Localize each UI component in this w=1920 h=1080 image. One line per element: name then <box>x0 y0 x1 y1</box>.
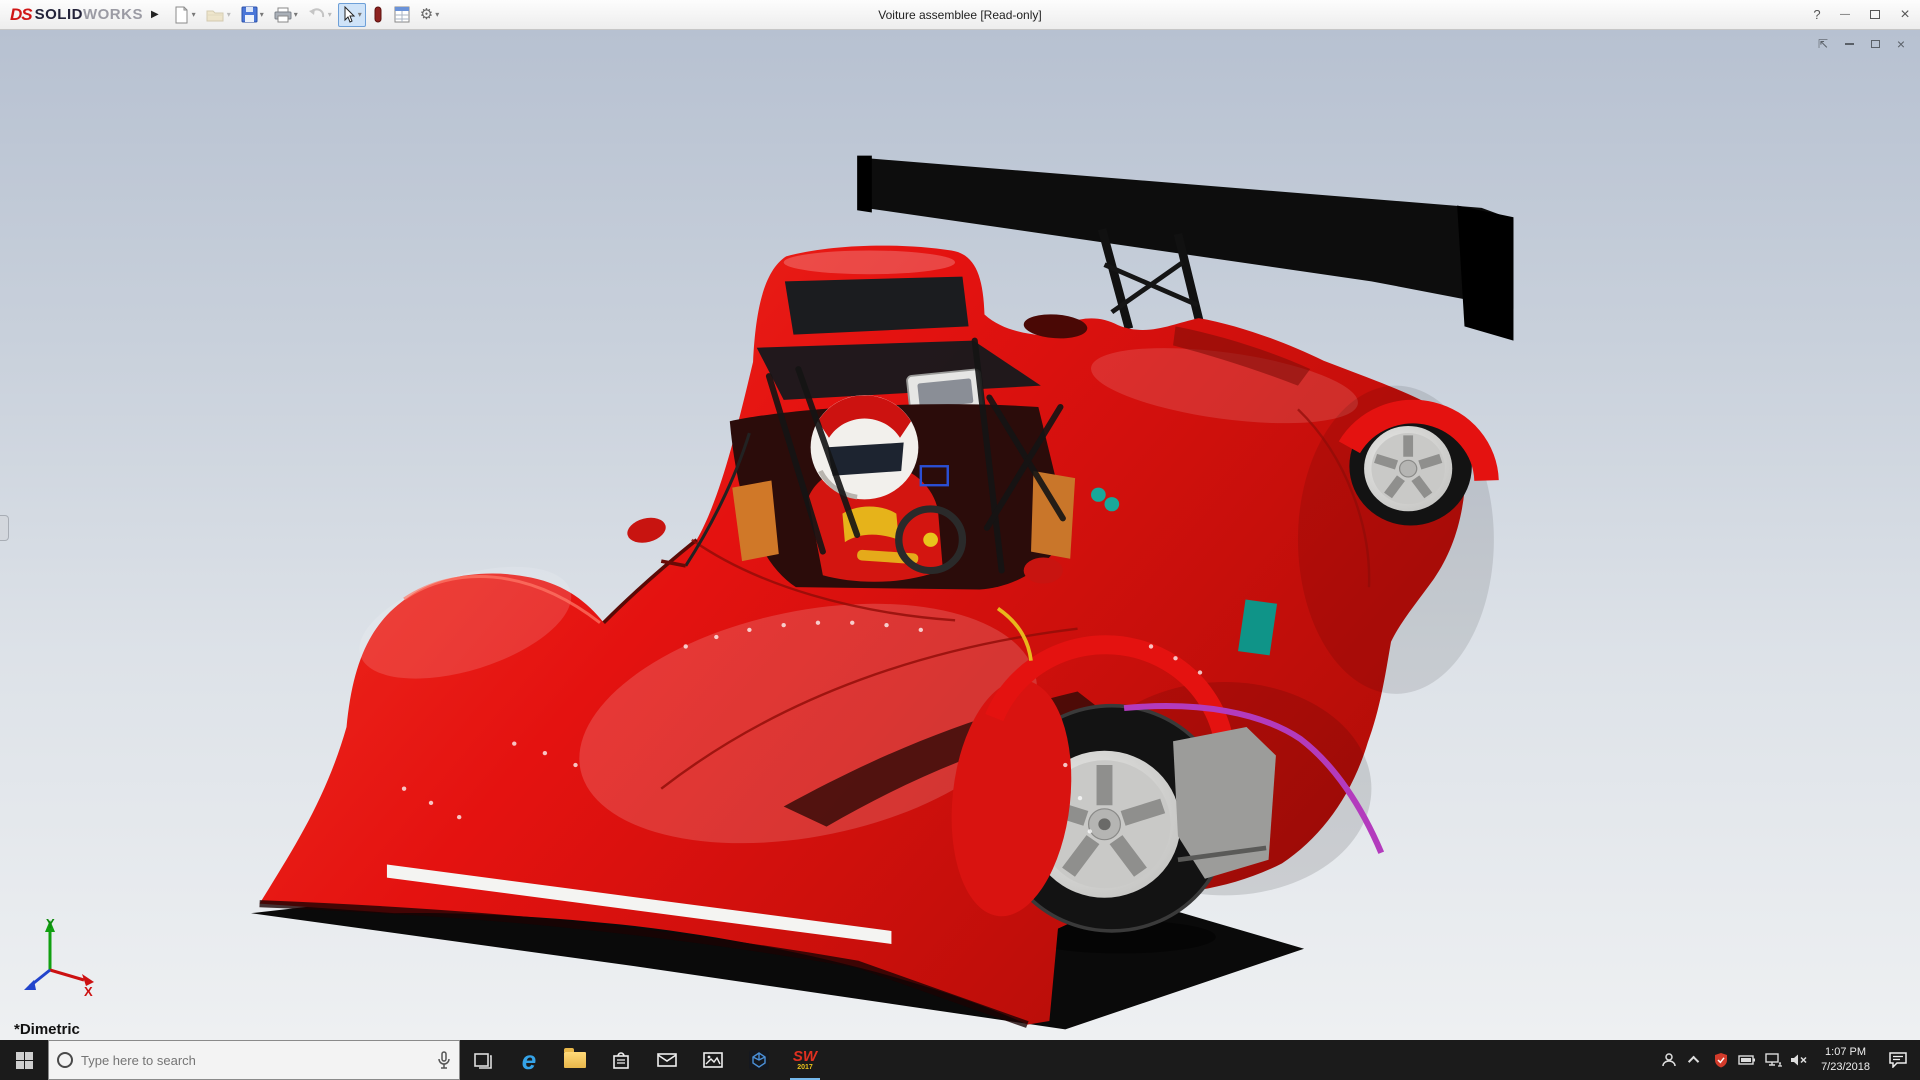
save-caret-icon[interactable]: ▾ <box>260 10 264 19</box>
volume-tray-button[interactable] <box>1787 1040 1811 1080</box>
mail-button[interactable] <box>644 1040 690 1080</box>
options-caret-icon[interactable]: ▾ <box>435 10 439 19</box>
edge-button[interactable]: e <box>506 1040 552 1080</box>
cube-app-button[interactable] <box>736 1040 782 1080</box>
system-tray: 1:07 PM 7/23/2018 <box>1657 1040 1920 1080</box>
solidworks-app-button[interactable]: SW 2017 <box>782 1040 828 1080</box>
taskbar-clock[interactable]: 1:07 PM 7/23/2018 <box>1813 1045 1878 1075</box>
store-bag-icon <box>612 1050 630 1070</box>
clock-time: 1:07 PM <box>1821 1045 1870 1060</box>
orientation-triad: Y X <box>16 914 102 1000</box>
cube-app-icon <box>748 1049 770 1071</box>
open-caret-icon[interactable]: ▾ <box>227 10 231 19</box>
doc-restore-arrow-icon: ⇱ <box>1818 37 1828 51</box>
options-button[interactable]: ⚙ ▾ <box>416 3 443 27</box>
task-view-icon <box>473 1050 493 1070</box>
brand-works: WORKS <box>83 6 143 23</box>
start-button[interactable] <box>0 1040 48 1080</box>
doc-maximize-button[interactable] <box>1866 36 1884 52</box>
new-caret-icon[interactable]: ▾ <box>192 10 196 19</box>
maximize-button[interactable] <box>1860 0 1890 29</box>
table-sheet-icon <box>394 6 410 23</box>
print-caret-icon[interactable]: ▾ <box>294 10 298 19</box>
battery-tray-button[interactable] <box>1735 1040 1759 1080</box>
file-explorer-icon <box>564 1052 586 1068</box>
taskbar-apps: e SW 2017 <box>460 1040 828 1080</box>
select-cursor-icon <box>342 6 356 23</box>
axis-x-label: X <box>84 984 93 999</box>
document-window-controls: ⇱ × <box>1814 36 1910 52</box>
gear-icon: ⚙ <box>420 7 433 22</box>
security-tray-button[interactable] <box>1709 1040 1733 1080</box>
new-document-icon <box>173 6 190 24</box>
select-tool-button[interactable]: ▾ <box>338 3 366 27</box>
doc-close-icon: × <box>1897 36 1905 52</box>
appearance-icon <box>372 6 384 23</box>
photos-button[interactable] <box>690 1040 736 1080</box>
print-button[interactable]: ▾ <box>270 3 302 27</box>
chevron-up-icon <box>1688 1056 1699 1067</box>
open-button[interactable]: ▾ <box>202 3 235 27</box>
photos-icon <box>703 1051 723 1069</box>
race-car-model[interactable] <box>0 30 1920 1040</box>
axis-y-label: Y <box>46 916 55 931</box>
view-orientation-label: *Dimetric <box>14 1021 80 1038</box>
mail-icon <box>657 1052 677 1068</box>
doc-minimize-icon <box>1845 43 1854 45</box>
search-input[interactable] <box>81 1053 429 1068</box>
action-center-icon <box>1889 1052 1907 1068</box>
doc-close-button[interactable]: × <box>1892 36 1910 52</box>
table-button[interactable] <box>390 3 414 27</box>
people-button[interactable] <box>1657 1040 1681 1080</box>
doc-maximize-icon <box>1871 40 1880 48</box>
select-caret-icon[interactable]: ▾ <box>358 10 362 19</box>
taskbar: e SW 2017 <box>0 1040 1920 1080</box>
maximize-icon <box>1870 10 1880 19</box>
feature-panel-collapse-tab[interactable] <box>0 515 9 541</box>
toolbar-flyout-button[interactable]: ▶ <box>151 9 159 20</box>
clock-date: 7/23/2018 <box>1821 1060 1870 1075</box>
doc-restore-up-button[interactable]: ⇱ <box>1814 36 1832 52</box>
solidworks-logo: DS SOLIDWORKS <box>10 5 143 25</box>
solidworks-app-icon: SW 2017 <box>793 1049 817 1071</box>
windows-logo-icon <box>16 1052 33 1069</box>
file-explorer-button[interactable] <box>552 1040 598 1080</box>
task-view-button[interactable] <box>460 1040 506 1080</box>
network-icon <box>1765 1053 1782 1067</box>
titlebar: DS SOLIDWORKS ▶ ▾ ▾ ▾ ▾ ▾ ▾ <box>0 0 1920 30</box>
appearance-button[interactable] <box>368 3 388 27</box>
dassault-logo-icon: DS <box>10 5 32 25</box>
minimize-icon: — <box>1840 9 1850 20</box>
edge-icon: e <box>522 1047 536 1073</box>
cortana-circle-icon <box>57 1052 73 1068</box>
battery-icon <box>1738 1054 1756 1066</box>
print-icon <box>274 7 292 23</box>
doc-minimize-button[interactable] <box>1840 36 1858 52</box>
undo-caret-icon[interactable]: ▾ <box>328 10 332 19</box>
graphics-area[interactable]: ⇱ × Y X *Dimetric <box>0 30 1920 1040</box>
save-floppy-icon <box>241 6 258 23</box>
minimize-button[interactable]: — <box>1830 0 1860 29</box>
new-document-button[interactable]: ▾ <box>169 3 200 27</box>
person-icon <box>1661 1052 1677 1068</box>
open-folder-icon <box>206 7 225 23</box>
shield-icon <box>1714 1052 1728 1068</box>
volume-muted-icon <box>1790 1053 1808 1067</box>
hidden-icons-button[interactable] <box>1683 1040 1707 1080</box>
close-icon: × <box>1900 6 1909 24</box>
save-button[interactable]: ▾ <box>237 3 268 27</box>
help-button[interactable]: ? <box>1804 7 1830 22</box>
action-center-button[interactable] <box>1880 1040 1916 1080</box>
undo-icon <box>308 7 326 22</box>
taskbar-search[interactable] <box>48 1040 460 1080</box>
network-tray-button[interactable] <box>1761 1040 1785 1080</box>
brand-solid: SOLID <box>35 6 83 23</box>
window-controls: ? — × <box>1804 0 1920 29</box>
main-toolbar: ▾ ▾ ▾ ▾ ▾ ▾ ⚙ ▾ <box>169 3 444 27</box>
close-button[interactable]: × <box>1890 0 1920 29</box>
undo-button[interactable]: ▾ <box>304 3 336 27</box>
microphone-icon[interactable] <box>437 1051 451 1069</box>
store-button[interactable] <box>598 1040 644 1080</box>
